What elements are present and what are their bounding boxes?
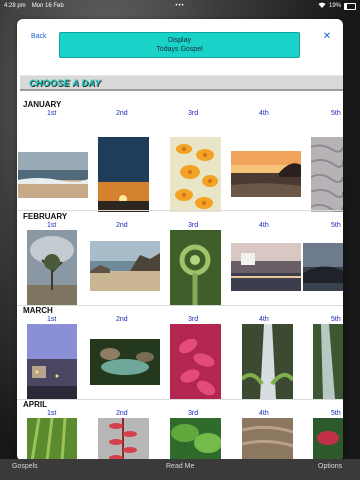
thumbnail-palm-fronds[interactable] <box>27 418 77 461</box>
thumbnail-fern-frond[interactable] <box>170 230 221 305</box>
close-icon[interactable]: ✕ <box>321 31 333 43</box>
battery-icon <box>344 2 356 10</box>
tab-read-me[interactable]: Read Me <box>166 463 194 470</box>
day-label[interactable]: 4th <box>259 222 269 229</box>
day-label[interactable]: 5th <box>331 110 341 117</box>
display-button-line2: Todays Gospel <box>156 46 203 53</box>
thumbnail-lagoon-sunset[interactable] <box>231 243 301 291</box>
month-label-april: APRIL <box>23 400 47 409</box>
month-label-february: FEBRUARY <box>23 212 68 221</box>
row-divider <box>17 399 343 400</box>
row-divider <box>17 210 343 211</box>
thumbnail-sand-ripples[interactable] <box>242 418 293 461</box>
thumbnail-coastal-rocks[interactable] <box>90 241 160 291</box>
thumbnail-headland-dusk[interactable] <box>303 243 343 291</box>
day-grid[interactable]: JANUARY 1st 2nd 3rd 4th 5th FEBRUARY 1st… <box>17 95 343 461</box>
day-label[interactable]: 4th <box>259 110 269 117</box>
day-label[interactable]: 5th <box>331 316 341 323</box>
day-label[interactable]: 1st <box>47 222 56 229</box>
month-label-january: JANUARY <box>23 100 62 109</box>
day-label[interactable]: 2nd <box>116 110 128 117</box>
thumbnail-mossy-stream[interactable] <box>313 324 343 399</box>
day-label[interactable]: 3rd <box>188 410 198 417</box>
multitask-dots[interactable]: ••• <box>175 3 184 9</box>
day-label[interactable]: 4th <box>259 316 269 323</box>
day-label[interactable]: 2nd <box>116 410 128 417</box>
choose-day-modal: Back Display Todays Gospel ✕ CHOOSE A DA… <box>17 19 343 461</box>
day-label[interactable]: 2nd <box>116 222 128 229</box>
thumbnail-waterfall-ferns[interactable] <box>242 324 293 399</box>
row-divider <box>17 305 343 306</box>
day-label[interactable]: 3rd <box>188 316 198 323</box>
thumbnail-storm-clouds-tree[interactable] <box>27 230 77 305</box>
thumbnail-red-leaf-stem[interactable] <box>98 418 149 461</box>
section-header: CHOOSE A DAY <box>20 75 343 91</box>
day-label[interactable]: 2nd <box>116 316 128 323</box>
day-label[interactable]: 1st <box>47 110 56 117</box>
day-label[interactable]: 1st <box>47 316 56 323</box>
day-label[interactable]: 3rd <box>188 222 198 229</box>
thumbnail-red-tropical-leaves[interactable] <box>313 418 343 461</box>
battery-percent: 19% <box>328 3 341 9</box>
month-label-march: MARCH <box>23 306 53 315</box>
day-label[interactable]: 3rd <box>188 110 198 117</box>
thumbnail-rippled-sand[interactable] <box>311 137 343 212</box>
thumbnail-orange-orchids[interactable] <box>170 137 221 212</box>
thumbnail-sunset-headland[interactable] <box>231 151 301 197</box>
tab-options[interactable]: Options <box>318 463 342 470</box>
thumbnail-green-leaves[interactable] <box>170 418 221 461</box>
tab-gospels[interactable]: Gospels <box>12 463 38 470</box>
status-bar: 4:28 pm Mon 16 Feb ••• 19% <box>0 0 360 12</box>
wifi-icon <box>318 2 326 10</box>
status-date: Mon 16 Feb <box>31 3 64 9</box>
thumbnail-rock-pool-stream[interactable] <box>90 339 160 385</box>
thumbnail-beach-waves[interactable] <box>18 152 88 198</box>
status-time: 4:28 pm <box>4 3 26 9</box>
display-button-line1: Display <box>168 37 191 44</box>
day-label[interactable]: 1st <box>47 410 56 417</box>
day-label[interactable]: 5th <box>331 222 341 229</box>
back-button[interactable]: Back <box>31 33 47 40</box>
day-label[interactable]: 5th <box>331 410 341 417</box>
thumbnail-pink-flower[interactable] <box>170 324 221 399</box>
display-todays-gospel-button[interactable]: Display Todays Gospel <box>59 32 300 58</box>
tab-bar: Gospels Read Me Options <box>0 459 360 480</box>
thumbnail-sunset-horizon[interactable] <box>98 137 149 212</box>
section-title: CHOOSE A DAY <box>29 77 101 88</box>
thumbnail-town-at-dusk[interactable] <box>27 324 77 399</box>
day-label[interactable]: 4th <box>259 410 269 417</box>
